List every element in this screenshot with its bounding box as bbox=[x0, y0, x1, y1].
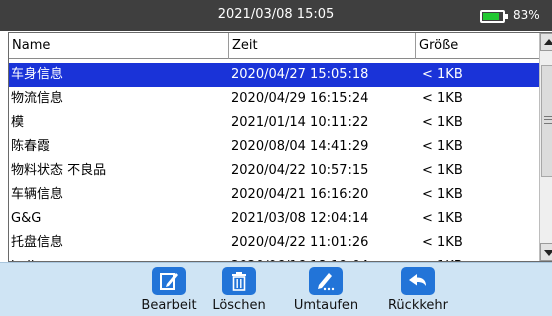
scroll-down-button[interactable] bbox=[540, 243, 552, 261]
trash-icon bbox=[222, 267, 256, 295]
file-size-cell: < 1KB bbox=[422, 235, 463, 250]
chevron-up-icon bbox=[544, 39, 552, 45]
file-row[interactable]: 陈春霞 2020/08/04 14:41:29 < 1KB bbox=[9, 135, 539, 159]
file-name-cell: G&G bbox=[11, 211, 42, 226]
file-size-cell: < 1KB bbox=[422, 163, 463, 178]
file-size-cell: < 1KB bbox=[422, 67, 463, 82]
file-time-cell: 2020/08/04 14:41:29 bbox=[231, 139, 369, 154]
back-button[interactable]: Rückkehr bbox=[375, 265, 461, 315]
battery-tip bbox=[505, 14, 508, 19]
file-name-cell: 模 bbox=[11, 115, 25, 130]
file-row[interactable]: 托盘信息 2020/04/22 11:01:26 < 1KB bbox=[9, 231, 539, 255]
file-time-cell: 2020/04/22 10:57:15 bbox=[231, 163, 369, 178]
file-name-cell: 托盘信息 bbox=[11, 235, 64, 250]
back-arrow-icon bbox=[401, 267, 435, 295]
file-row[interactable]: hello2020/06/16 18:19:04 < 1KB bbox=[9, 255, 539, 261]
file-size-cell: < 1KB bbox=[422, 255, 463, 261]
file-time-cell: 2020/06/16 18:19:04 bbox=[231, 255, 368, 261]
vertical-scrollbar[interactable] bbox=[539, 33, 552, 261]
file-size-cell: < 1KB bbox=[422, 139, 463, 154]
file-list[interactable]: Name Zeit Größe 车身信息 2020/04/27 15:05:18 <… bbox=[8, 32, 552, 262]
file-size-cell: < 1KB bbox=[422, 91, 463, 106]
rename-icon bbox=[309, 267, 343, 295]
file-name-cell: 车辆信息 bbox=[11, 187, 64, 202]
file-list-header: Name Zeit Größe bbox=[9, 33, 545, 59]
delete-button[interactable]: Löschen bbox=[201, 265, 277, 315]
edit-icon bbox=[152, 267, 186, 295]
file-row[interactable]: 模 2021/01/14 10:11:22 < 1KB bbox=[9, 111, 539, 135]
file-time-cell: 2020/04/27 15:05:18 bbox=[231, 67, 369, 82]
battery-fill bbox=[483, 13, 499, 20]
battery-percent: 83% bbox=[513, 8, 540, 22]
file-size-cell: < 1KB bbox=[422, 211, 463, 226]
file-name-cell: hello bbox=[11, 255, 229, 261]
file-name-cell: 陈春霞 bbox=[11, 139, 51, 154]
file-row[interactable]: 车身信息 2020/04/27 15:05:18 < 1KB bbox=[9, 63, 539, 87]
scroll-up-button[interactable] bbox=[540, 33, 552, 51]
file-row[interactable]: 物流信息 2020/04/29 16:15:24 < 1KB bbox=[9, 87, 539, 111]
file-rows: 车身信息 2020/04/27 15:05:18 < 1KB 物流信息 2020/04/… bbox=[9, 63, 539, 261]
chevron-down-icon bbox=[544, 250, 552, 256]
file-size-cell: < 1KB bbox=[422, 187, 463, 202]
delete-button-label: Löschen bbox=[212, 298, 266, 313]
rename-button[interactable]: Umtaufen bbox=[283, 265, 369, 315]
column-header-time[interactable]: Zeit bbox=[229, 33, 416, 59]
scrollbar-thumb[interactable] bbox=[541, 65, 552, 177]
rename-button-label: Umtaufen bbox=[293, 298, 359, 313]
file-time-cell: 2021/01/14 10:11:22 bbox=[231, 115, 369, 130]
file-row[interactable]: 物料状态 不良品 2020/04/22 10:57:15 < 1KB bbox=[9, 159, 539, 183]
file-name-cell: 车身信息 bbox=[11, 67, 64, 82]
edit-button[interactable]: Bearbeit bbox=[137, 265, 201, 315]
file-name-cell: 物料状态 不良品 bbox=[11, 163, 107, 178]
file-name-cell: 物流信息 bbox=[11, 91, 64, 106]
file-time-cell: 2020/04/29 16:15:24 bbox=[231, 91, 369, 106]
file-row[interactable]: 车辆信息 2020/04/21 16:16:20 < 1KB bbox=[9, 183, 539, 207]
column-header-size[interactable]: Größe bbox=[416, 33, 539, 59]
file-time-cell: 2021/03/08 12:04:14 bbox=[231, 211, 369, 226]
bottom-toolbar: Bearbeit Löschen Umtaufen Rückkehr bbox=[0, 262, 552, 316]
edit-button-label: Bearbeit bbox=[141, 298, 197, 313]
battery-icon bbox=[480, 10, 508, 23]
status-datetime: 2021/03/08 15:05 bbox=[217, 7, 335, 22]
file-time-cell: 2020/04/21 16:16:20 bbox=[231, 187, 369, 202]
file-time-cell: 2020/04/22 11:01:26 bbox=[231, 235, 369, 250]
file-size-cell: < 1KB bbox=[422, 115, 463, 130]
status-bar: 2021/03/08 15:05 83% bbox=[0, 0, 552, 31]
grip-icon bbox=[544, 116, 552, 124]
back-button-label: Rückkehr bbox=[387, 298, 448, 313]
file-row[interactable]: G&G 2021/03/08 12:04:14 < 1KB bbox=[9, 207, 539, 231]
column-header-name[interactable]: Name bbox=[9, 33, 229, 59]
